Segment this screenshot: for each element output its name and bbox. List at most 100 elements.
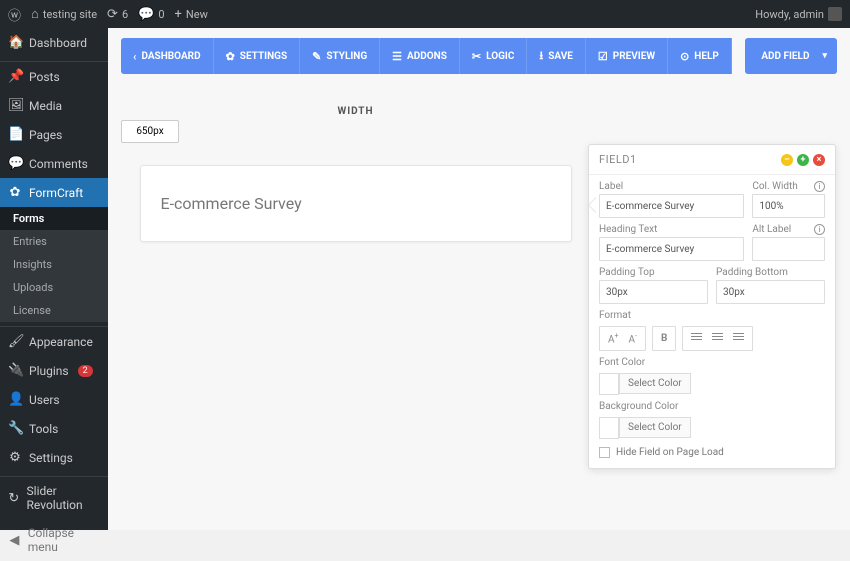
save-button[interactable]: ⭳SAVE [527,38,586,74]
comments-icon: 💬 [8,156,22,171]
form-preview[interactable]: E-commerce Survey [140,165,572,242]
bg-color-button[interactable]: Select Color [619,417,691,438]
form-heading[interactable]: E-commerce Survey [141,166,571,241]
font-color-button[interactable]: Select Color [619,373,691,394]
submenu-uploads[interactable]: Uploads [0,276,108,299]
align-center-button[interactable] [710,332,725,346]
gear-icon: ✿ [226,50,235,63]
hide-field-checkbox[interactable] [599,447,610,458]
pages-icon: 📄 [8,127,22,142]
submenu-entries[interactable]: Entries [0,230,108,253]
howdy-text: Howdy, admin [755,8,824,21]
collapse-icon: ◀ [8,533,21,548]
wp-logo[interactable]: ⓦ [8,5,21,24]
settings-button[interactable]: ✿SETTINGS [214,38,301,74]
plugins-icon: 🔌 [8,363,22,378]
font-color-label: Font Color [599,357,645,368]
hide-field-label: Hide Field on Page Load [616,447,724,458]
align-group [682,326,753,351]
new-content-link[interactable]: +New [175,7,208,22]
font-decrease-button[interactable]: A- [627,331,639,346]
width-label: WIDTH [121,106,590,117]
heading-text-input[interactable] [599,237,744,261]
padding-top-label: Padding Top [599,267,655,278]
sidebar-item-comments[interactable]: 💬Comments [0,149,108,178]
font-increase-button[interactable]: A+ [606,331,621,346]
new-label: New [186,8,208,21]
logic-button[interactable]: ✂LOGIC [460,38,528,74]
sidebar-item-settings[interactable]: ⚙Settings [0,443,108,472]
comments-link[interactable]: 💬0 [138,7,164,22]
sidebar-item-dashboard[interactable]: 🏠Dashboard [0,28,108,57]
col-width-label: Col. Width [752,181,797,192]
align-center-icon [712,333,723,342]
addons-icon: ☰ [392,50,402,63]
dashboard-button[interactable]: ‹DASHBOARD [121,38,214,74]
close-icon[interactable]: × [813,154,825,166]
sidebar-item-slider-revolution[interactable]: ↻Slider Revolution [0,477,108,519]
sidebar-item-users[interactable]: 👤Users [0,385,108,414]
align-right-button[interactable] [731,332,746,346]
bg-color-label: Background Color [599,401,678,412]
sidebar-item-pages[interactable]: 📄Pages [0,120,108,149]
format-label: Format [599,310,631,321]
add-field-button[interactable]: ADD FIELD▾ [745,38,837,74]
sidebar-item-appearance[interactable]: 🖌Appearance [0,327,108,356]
main-content: ‹DASHBOARD ✿SETTINGS ✎STYLING ☰ADDONS ✂L… [108,28,850,530]
sidebar-item-media[interactable]: 🖼Media [0,91,108,120]
minimize-icon[interactable]: – [781,154,793,166]
admin-sidebar: 🏠Dashboard 📌Posts 🖼Media 📄Pages 💬Comment… [0,28,108,530]
users-icon: 👤 [8,392,22,407]
sidebar-item-tools[interactable]: 🔧Tools [0,414,108,443]
info-icon[interactable]: i [814,181,825,192]
styling-button[interactable]: ✎STYLING [300,38,380,74]
howdy-link[interactable]: Howdy, admin [755,7,842,21]
slider-icon: ↻ [8,491,20,506]
addons-button[interactable]: ☰ADDONS [380,38,460,74]
builder-toolbar: ‹DASHBOARD ✿SETTINGS ✎STYLING ☰ADDONS ✂L… [121,38,837,74]
padding-top-input[interactable] [599,280,708,304]
font-color-swatch[interactable] [599,373,619,395]
info-icon[interactable]: i [814,224,825,235]
formcraft-icon: ✿ [8,185,22,200]
help-button[interactable]: ⊙HELP [668,38,732,74]
comments-count: 0 [158,8,164,21]
alt-label-input[interactable] [752,237,825,261]
help-icon: ⊙ [680,50,689,63]
width-input[interactable] [121,120,179,143]
label-input[interactable] [599,194,744,218]
settings-icon: ⚙ [8,450,22,465]
bold-button[interactable]: B [659,332,669,345]
updates-link[interactable]: ⟳6 [107,7,128,22]
pencil-icon: ✎ [312,50,321,63]
bold-group: B [652,326,676,351]
submenu-forms[interactable]: Forms [0,207,108,230]
sidebar-item-formcraft[interactable]: ✿FormCraft [0,178,108,207]
save-icon: ⭳ [539,47,543,66]
sidebar-item-posts[interactable]: 📌Posts [0,62,108,91]
submenu-license[interactable]: License [0,299,108,322]
dashboard-icon: 🏠 [8,35,22,50]
logic-icon: ✂ [472,50,481,63]
media-icon: 🖼 [8,98,22,113]
duplicate-icon[interactable]: + [797,154,809,166]
align-left-button[interactable] [689,332,704,346]
site-name-link[interactable]: ⌂testing site [31,6,97,22]
preview-button[interactable]: ☑PREVIEW [586,38,668,74]
sidebar-item-plugins[interactable]: 🔌Plugins2 [0,356,108,385]
align-left-icon [691,333,702,342]
plugins-badge: 2 [78,365,93,377]
site-name: testing site [43,8,97,21]
submenu-insights[interactable]: Insights [0,253,108,276]
updates-count: 6 [122,8,128,21]
col-width-input[interactable] [752,194,825,218]
avatar [828,7,842,21]
sidebar-collapse[interactable]: ◀Collapse menu [0,519,108,561]
padding-bottom-input[interactable] [716,280,825,304]
formcraft-submenu: Forms Entries Insights Uploads License [0,207,108,322]
padding-bottom-label: Padding Bottom [716,267,788,278]
tools-icon: 🔧 [8,421,22,436]
appearance-icon: 🖌 [8,334,22,349]
label-label: Label [599,181,623,192]
bg-color-swatch[interactable] [599,417,619,439]
